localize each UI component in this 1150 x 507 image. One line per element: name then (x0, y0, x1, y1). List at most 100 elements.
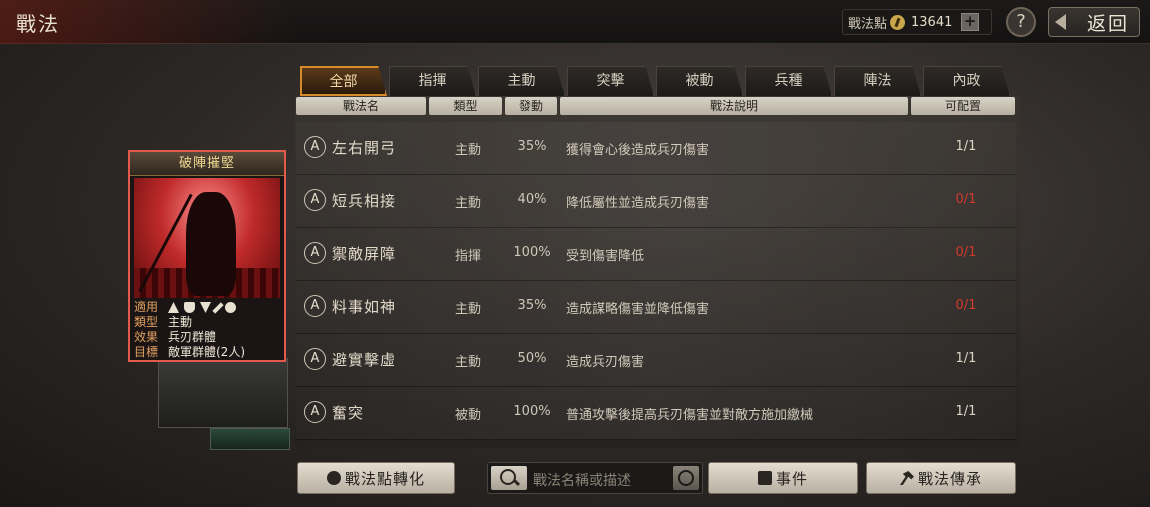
tactic-type: 主動 (454, 355, 481, 370)
tactic-description: 普通攻擊後提高兵刃傷害並對敵方施加繳械 (566, 408, 814, 423)
card-target-label: 目標 (134, 345, 159, 359)
tab-command[interactable]: 指揮 (389, 66, 476, 96)
card-info: 適用 類型 主動 效果 兵刃群體 目標 敵軍群體(2人) (134, 300, 284, 360)
inherit-tactic-button[interactable]: 戰法傳承 (866, 462, 1016, 494)
convert-points-button[interactable]: 戰法點轉化 (297, 462, 455, 494)
grade-badge: A (304, 242, 326, 264)
tab-all[interactable]: 全部 (300, 66, 387, 96)
tactic-points-value: 13641 (911, 14, 953, 30)
tactic-rate: 100% (513, 245, 551, 260)
search-bar: 戰法名稱或描述 (487, 462, 703, 494)
card-apply-label: 適用 (134, 300, 159, 314)
tactic-rate: 35% (517, 139, 547, 154)
table-row[interactable]: A 料事如神 主動 35% 造成謀略傷害並降低傷害 0/1 (296, 281, 1016, 334)
tactic-config: 1/1 (955, 351, 977, 366)
tactic-description: 受到傷害降低 (566, 249, 645, 264)
tactic-points-display: 戰法點 13641 + (842, 9, 992, 35)
tab-active[interactable]: 主動 (478, 66, 565, 96)
wheel-icon (225, 302, 236, 313)
back-button[interactable]: 返回 (1048, 7, 1140, 37)
grade-badge: A (304, 401, 326, 423)
card-apply-line: 適用 (134, 300, 284, 315)
tab-assault[interactable]: 突擊 (567, 66, 654, 96)
flame-icon (326, 471, 341, 485)
table-row[interactable]: A 短兵相接 主動 40% 降低屬性並造成兵刃傷害 0/1 (296, 175, 1016, 228)
grade-badge: A (304, 189, 326, 211)
tactic-config: 1/1 (955, 139, 977, 154)
tactic-type: 主動 (454, 302, 481, 317)
convert-points-label: 戰法點轉化 (344, 469, 425, 488)
tactic-type: 主動 (454, 143, 481, 158)
top-bar: 戰法 戰法點 13641 + ? 返回 (0, 0, 1150, 44)
card-apply-icons (168, 300, 236, 315)
card-type-label: 類型 (134, 315, 159, 329)
tactic-name: 左右開弓 (332, 139, 397, 157)
column-header-type[interactable]: 類型 (429, 97, 502, 115)
event-label: 事件 (775, 469, 808, 488)
tactic-config: 1/1 (955, 404, 977, 419)
column-header-config[interactable]: 可配置 (911, 97, 1015, 115)
grade-badge: A (304, 348, 326, 370)
cavalry-icon (168, 302, 179, 313)
grade-badge: A (304, 295, 326, 317)
tactic-name: 避實擊虛 (332, 351, 397, 369)
bow-icon (200, 302, 211, 313)
tactic-rate: 50% (517, 351, 547, 366)
tab-internal[interactable]: 內政 (923, 66, 1010, 96)
tactic-name: 奮突 (332, 404, 365, 422)
column-header-rate[interactable]: 發動 (505, 97, 557, 115)
back-arrow-icon (1055, 14, 1066, 30)
tactic-type: 指揮 (454, 249, 481, 264)
tactic-description: 降低屬性並造成兵刃傷害 (566, 196, 710, 211)
tab-passive[interactable]: 被動 (656, 66, 743, 96)
tactic-name: 料事如神 (332, 298, 397, 316)
tactic-description: 造成兵刃傷害 (566, 355, 645, 370)
selected-tactic-card[interactable]: 破陣摧堅 適用 類型 主動 效果 兵刃群體 目標 敵軍群體(2人) (128, 150, 286, 362)
column-header-description[interactable]: 戰法說明 (560, 97, 908, 115)
search-input[interactable]: 戰法名稱或描述 (533, 470, 631, 490)
card-target-value: 敵軍群體(2人) (168, 345, 245, 359)
spear-icon (212, 301, 224, 314)
tactic-type: 主動 (454, 196, 481, 211)
tactic-name: 短兵相接 (332, 192, 397, 210)
history-clock-icon[interactable] (673, 466, 699, 490)
tactics-list: A 左右開弓 主動 35% 獲得會心後造成兵刃傷害 1/1 A 短兵相接 主動 … (296, 122, 1016, 440)
category-tabs: 全部 指揮 主動 突擊 被動 兵種 陣法 內政 (300, 66, 1012, 96)
tactic-rate: 35% (517, 298, 547, 313)
card-title: 破陣摧堅 (130, 152, 284, 176)
add-points-button[interactable]: + (961, 13, 980, 31)
hammer-icon (899, 471, 914, 485)
stacked-card-2[interactable] (158, 358, 288, 428)
table-row[interactable]: A 奮突 被動 100% 普通攻擊後提高兵刃傷害並對敵方施加繳械 1/1 (296, 387, 1016, 440)
tactic-description: 獲得會心後造成兵刃傷害 (566, 143, 710, 158)
grade-badge: A (304, 136, 326, 158)
card-target-line: 目標 敵軍群體(2人) (134, 345, 284, 360)
event-button[interactable]: 事件 (708, 462, 858, 494)
tactic-config: 0/1 (955, 192, 977, 207)
tactic-config: 0/1 (955, 298, 977, 313)
table-row[interactable]: A 左右開弓 主動 35% 獲得會心後造成兵刃傷害 1/1 (296, 122, 1016, 175)
tactic-description: 造成謀略傷害並降低傷害 (566, 302, 710, 317)
card-effect-line: 效果 兵刃群體 (134, 330, 284, 345)
column-header-name[interactable]: 戰法名 (296, 97, 426, 115)
card-art-warrior (186, 192, 236, 296)
tactic-rate: 40% (517, 192, 547, 207)
back-button-label: 返回 (1086, 12, 1129, 35)
help-button[interactable]: ? (1006, 7, 1036, 37)
column-headers: 戰法名 類型 發動 戰法說明 可配置 (296, 97, 1015, 115)
tactic-points-label: 戰法點 (848, 16, 888, 32)
tactic-config: 0/1 (955, 245, 977, 260)
table-row[interactable]: A 避實擊虛 主動 50% 造成兵刃傷害 1/1 (296, 334, 1016, 387)
card-effect-value: 兵刃群體 (168, 330, 217, 344)
shield-icon (184, 302, 195, 313)
stacked-card-3[interactable] (210, 428, 290, 450)
search-icon[interactable] (491, 466, 527, 490)
card-type-value: 主動 (168, 315, 193, 329)
event-icon (757, 471, 772, 485)
tab-formation[interactable]: 陣法 (834, 66, 921, 96)
page-title: 戰法 (16, 12, 60, 36)
table-row[interactable]: A 禦敵屏障 指揮 100% 受到傷害降低 0/1 (296, 228, 1016, 281)
tab-troop[interactable]: 兵種 (745, 66, 832, 96)
tactic-points-icon (890, 14, 906, 30)
card-artwork (134, 178, 280, 298)
